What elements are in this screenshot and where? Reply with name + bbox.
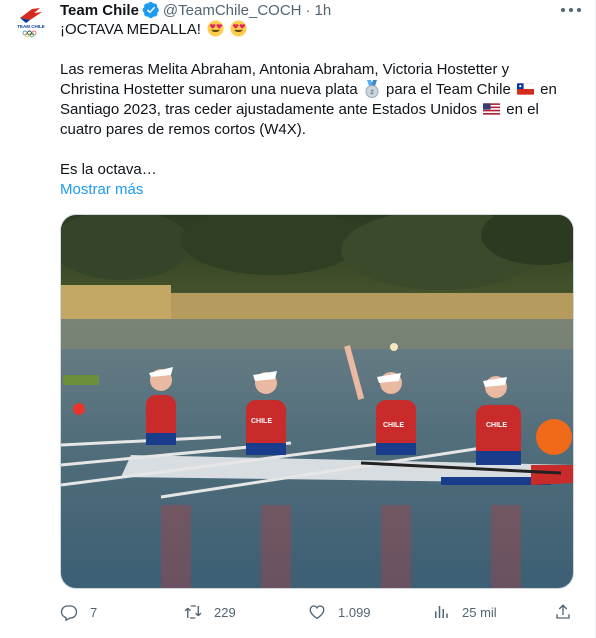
team-chile-avatar[interactable]: TEAM CHILE xyxy=(14,4,48,38)
like-count: 1.099 xyxy=(338,604,371,620)
rowing-photo-icon: CHILE CHILE CHILE xyxy=(61,215,573,588)
separator-dot: · xyxy=(305,1,311,19)
share-button[interactable] xyxy=(554,601,572,623)
silver-medal-icon: 2 xyxy=(365,80,379,98)
tweet-line-1: ¡OCTAVA MEDALLA! xyxy=(60,20,574,40)
svg-text:CHILE: CHILE xyxy=(251,418,272,425)
author-handle[interactable]: @TeamChile_COCH xyxy=(163,2,302,19)
tweet-paragraph-3: Es la octava… xyxy=(60,161,157,178)
views-icon xyxy=(435,606,448,618)
retweet-button[interactable]: 229 xyxy=(184,601,236,623)
more-options-icon[interactable] xyxy=(561,2,581,18)
heart-icon xyxy=(309,605,325,620)
svg-text:CHILE: CHILE xyxy=(486,422,507,429)
svg-text:CHILE: CHILE xyxy=(383,422,404,429)
heart-eyes-emoji-icon xyxy=(230,20,247,37)
tweet-actions: 7 229 1.099 25 mil xyxy=(60,601,574,623)
show-more-link[interactable]: Mostrar más xyxy=(60,180,143,200)
chile-flag-icon xyxy=(516,83,534,95)
retweet-icon xyxy=(184,605,202,619)
retweet-count: 229 xyxy=(214,604,236,620)
reply-button[interactable]: 7 xyxy=(60,601,97,623)
tweet-header: Team Chile @TeamChile_COCH · 1h xyxy=(60,0,331,20)
usa-flag-icon xyxy=(483,103,501,115)
heart-eyes-emoji-icon xyxy=(207,20,224,37)
team-chile-logo-icon: TEAM CHILE xyxy=(17,8,45,38)
tweet-paragraph-2: Las remeras Melita Abraham, Antonia Abra… xyxy=(60,61,557,138)
views-button[interactable]: 25 mil xyxy=(432,601,497,623)
tweet-text: ¡OCTAVA MEDALLA! Las remeras Melita Abra… xyxy=(60,20,574,200)
svg-text:TEAM CHILE: TEAM CHILE xyxy=(17,24,45,29)
reply-count: 7 xyxy=(90,604,98,620)
author-name[interactable]: Team Chile xyxy=(60,2,139,19)
tweet-card[interactable]: TEAM CHILE Team Chile @TeamChile_COCH · … xyxy=(0,0,596,638)
share-icon xyxy=(556,604,570,619)
like-button[interactable]: 1.099 xyxy=(308,601,371,623)
tweet-timestamp[interactable]: 1h xyxy=(315,2,332,19)
tweet-photo[interactable]: CHILE CHILE CHILE xyxy=(60,214,574,589)
verified-badge-icon xyxy=(142,1,160,19)
views-count: 25 mil xyxy=(462,604,497,620)
reply-icon xyxy=(60,605,78,621)
